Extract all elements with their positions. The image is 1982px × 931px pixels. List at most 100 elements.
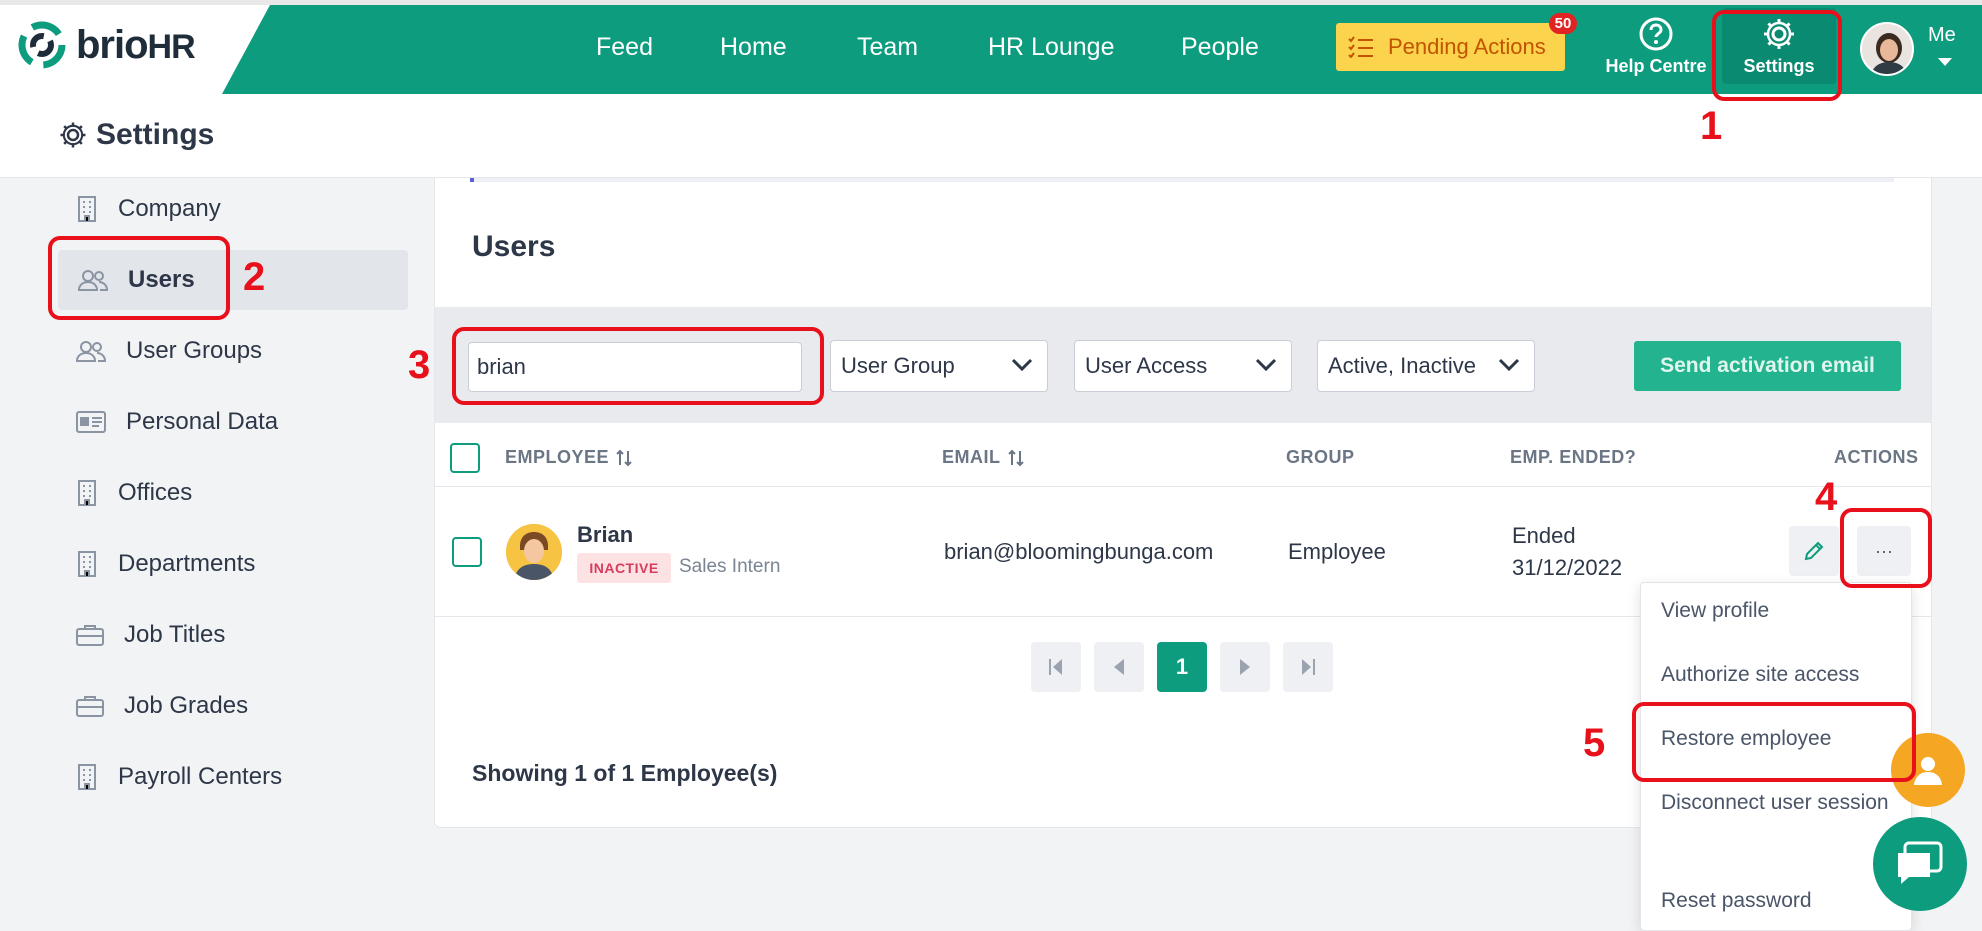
sidebar-item-job-titles[interactable]: Job Titles <box>56 605 408 665</box>
caret-left-icon <box>1114 659 1124 675</box>
chevron-down-icon <box>1011 358 1033 372</box>
actions-dropdown-menu: View profile Authorize site access Resto… <box>1640 582 1912 931</box>
chevron-down-icon <box>1498 358 1520 372</box>
me-chevron-down-icon[interactable] <box>1938 58 1952 66</box>
question-circle-icon <box>1639 17 1673 50</box>
id-card-icon <box>76 411 106 433</box>
gear-icon <box>1764 18 1794 49</box>
column-header-employee[interactable]: EMPLOYEE <box>505 447 633 468</box>
nav-feed[interactable]: Feed <box>596 33 653 62</box>
status-badge: INACTIVE <box>577 553 671 583</box>
sort-icon <box>1007 449 1024 466</box>
last-page-button[interactable] <box>1283 642 1333 692</box>
menu-item-view-profile[interactable]: View profile <box>1661 595 1901 627</box>
sidebar-item-job-grades[interactable]: Job Grades <box>56 676 408 736</box>
nav-people[interactable]: People <box>1181 33 1259 62</box>
page-title: Settings <box>58 118 214 152</box>
employee-avatar <box>506 524 562 580</box>
page-header: Settings <box>0 94 1982 178</box>
menu-item-disconnect-user-session[interactable]: Disconnect user session <box>1661 787 1901 819</box>
next-page-button[interactable] <box>1220 642 1270 692</box>
help-centre-button[interactable]: Help Centre <box>1600 8 1712 84</box>
first-page-icon <box>1049 659 1062 675</box>
avatar-portrait-icon <box>506 524 562 580</box>
last-page-icon <box>1302 659 1315 675</box>
user-group-select[interactable]: User Group <box>830 340 1048 392</box>
sort-icon <box>616 449 632 466</box>
pending-actions-button[interactable]: Pending Actions 50 <box>1336 13 1577 71</box>
profile-fab-button[interactable] <box>1891 733 1965 807</box>
step-5-label: 5 <box>1583 721 1606 765</box>
sidebar-item-label: Personal Data <box>126 408 279 435</box>
gear-icon <box>60 122 86 148</box>
sidebar-item-user-groups[interactable]: User Groups <box>56 321 408 381</box>
briohr-logo[interactable]: brioHR <box>16 18 196 72</box>
users-icon <box>78 270 108 291</box>
sidebar-item-label: Departments <box>118 550 256 577</box>
briefcase-icon <box>76 696 104 717</box>
sidebar-item-offices[interactable]: Offices <box>56 463 408 523</box>
nav-home[interactable]: Home <box>720 33 787 62</box>
step-3-label: 3 <box>408 343 431 387</box>
sidebar-item-label: Job Grades <box>124 692 249 719</box>
logo-wordmark: brioHR <box>76 22 196 67</box>
help-centre-label: Help Centre <box>1605 55 1707 76</box>
chat-fab-button[interactable] <box>1873 817 1967 911</box>
status-select[interactable]: Active, Inactive <box>1317 340 1535 392</box>
chat-bubble-icon <box>1898 841 1943 884</box>
sidebar-item-departments[interactable]: Departments <box>56 534 408 594</box>
ellipsis-icon: ··· <box>1875 540 1893 561</box>
menu-item-authorize-site-access[interactable]: Authorize site access <box>1661 659 1901 691</box>
page-1-button[interactable]: 1 <box>1157 642 1207 692</box>
more-actions-button[interactable]: ··· <box>1857 526 1911 576</box>
employee-job-title: Sales Intern <box>679 556 781 577</box>
employment-ended-label: Ended <box>1512 523 1576 548</box>
sidebar-item-label: User Groups <box>126 337 263 364</box>
send-activation-email-button[interactable]: Send activation email <box>1634 341 1901 391</box>
row-checkbox[interactable] <box>452 537 482 567</box>
sidebar-item-company[interactable]: Company <box>56 179 408 239</box>
sidebar-item-personal-data[interactable]: Personal Data <box>56 392 408 452</box>
results-count: Showing 1 of 1 Employee(s) <box>472 760 778 786</box>
search-input[interactable] <box>468 342 802 392</box>
column-header-actions: ACTIONS <box>1834 447 1919 467</box>
employment-ended-date: 31/12/2022 <box>1512 555 1623 580</box>
employee-email: brian@bloomingbunga.com <box>944 539 1214 564</box>
user-access-select[interactable]: User Access <box>1074 340 1292 392</box>
building-icon <box>78 480 96 506</box>
select-all-checkbox[interactable] <box>450 443 480 473</box>
column-header-email[interactable]: EMAIL <box>942 447 1025 468</box>
employee-name-link[interactable]: Brian <box>577 522 633 548</box>
pending-actions-label: Pending Actions <box>1388 34 1546 59</box>
pencil-icon <box>1804 541 1824 561</box>
step-1-label: 1 <box>1700 104 1723 148</box>
me-label[interactable]: Me <box>1928 24 1956 47</box>
step-2-label: 2 <box>243 255 266 299</box>
table-header-divider <box>435 486 1931 487</box>
user-access-select-value: User Access <box>1085 353 1208 378</box>
step-4-label: 4 <box>1815 475 1838 519</box>
settings-button[interactable]: Settings <box>1722 8 1836 84</box>
chevron-down-icon <box>1255 358 1277 372</box>
settings-label: Settings <box>1743 55 1815 76</box>
employee-group: Employee <box>1288 539 1386 564</box>
first-page-button[interactable] <box>1031 642 1081 692</box>
edit-button[interactable] <box>1789 526 1839 576</box>
nav-team[interactable]: Team <box>857 33 918 62</box>
menu-item-restore-employee[interactable]: Restore employee <box>1661 723 1901 755</box>
sidebar-item-label: Offices <box>118 479 193 506</box>
card-top-accent <box>470 178 1894 182</box>
user-group-select-value: User Group <box>841 353 955 378</box>
user-avatar[interactable] <box>1860 22 1914 76</box>
nav-hr-lounge[interactable]: HR Lounge <box>988 33 1114 62</box>
previous-page-button[interactable] <box>1094 642 1144 692</box>
building-icon <box>78 196 96 222</box>
menu-item-reset-password[interactable]: Reset password <box>1661 885 1901 917</box>
pending-count-badge: 50 <box>1549 13 1577 34</box>
status-select-value: Active, Inactive <box>1328 353 1476 378</box>
sidebar-item-users[interactable]: Users <box>58 250 408 310</box>
sidebar-item-label: Company <box>118 195 221 222</box>
user-icon <box>1914 757 1942 785</box>
column-header-emp-ended: EMP. ENDED? <box>1510 447 1637 467</box>
sidebar-item-payroll-centers[interactable]: Payroll Centers <box>56 747 408 807</box>
